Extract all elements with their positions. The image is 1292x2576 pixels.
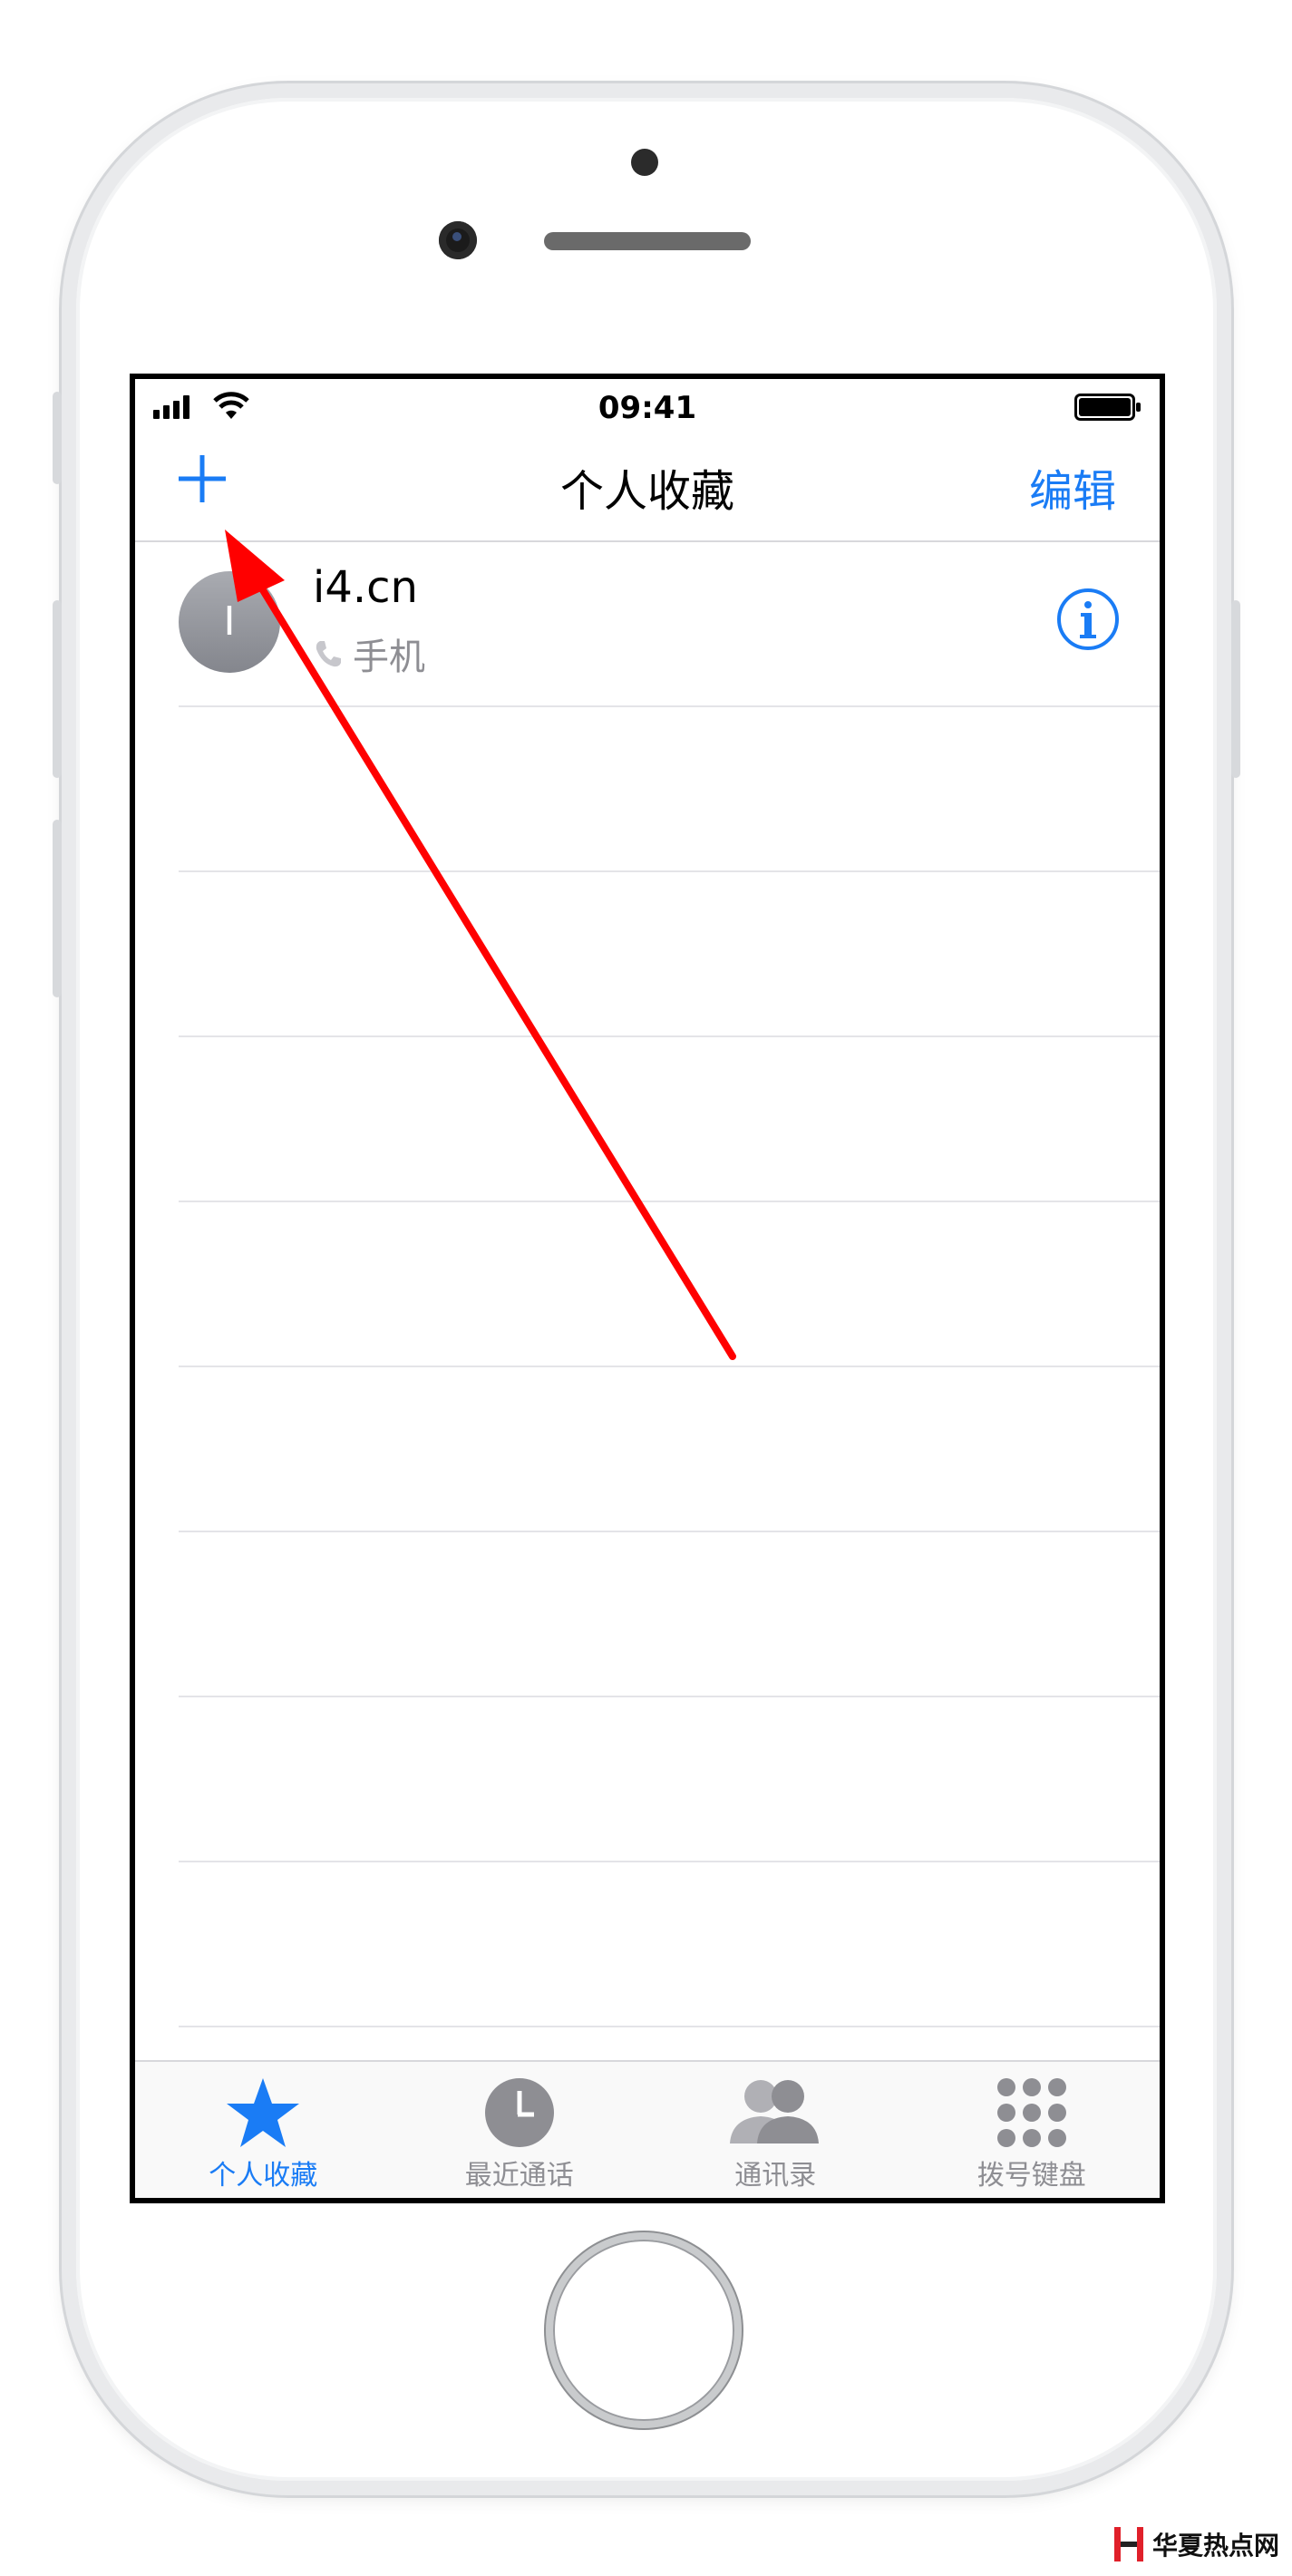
info-icon[interactable]	[1056, 588, 1120, 651]
star-icon	[227, 2078, 300, 2147]
empty-row	[179, 1037, 1160, 1202]
empty-row	[179, 1202, 1160, 1367]
tab-keypad[interactable]: 拨号键盘	[904, 2062, 1161, 2198]
tab-label: 个人收藏	[209, 2160, 318, 2192]
proximity-sensor	[631, 149, 658, 176]
empty-row	[179, 1697, 1160, 1862]
phone-type-label: 手机	[353, 637, 425, 678]
watermark-logo-icon	[1113, 2527, 1143, 2561]
tab-favorites[interactable]: 个人收藏	[135, 2062, 392, 2198]
volume-down-button	[53, 820, 62, 997]
watermark: 华夏热点网	[1112, 2525, 1279, 2563]
page-title: 个人收藏	[559, 466, 734, 517]
clock-icon	[484, 2078, 554, 2147]
contact-phone-label: 手机	[313, 627, 425, 680]
tab-label: 拨号键盘	[976, 2160, 1086, 2192]
navigation-bar: 个人收藏 编辑	[135, 433, 1160, 542]
tab-label: 通讯录	[734, 2160, 817, 2192]
home-button[interactable]	[553, 2240, 734, 2421]
tab-contacts[interactable]: 通讯录	[647, 2062, 904, 2198]
empty-row	[179, 1532, 1160, 1697]
tab-recents[interactable]: 最近通话	[392, 2062, 648, 2198]
earpiece-speaker	[544, 232, 751, 250]
favorite-row[interactable]: I i4.cn 手机	[179, 542, 1160, 707]
tab-label: 最近通话	[464, 2160, 574, 2192]
avatar: I	[179, 571, 280, 673]
status-bar: 09:41	[135, 379, 1160, 433]
favorites-list: I i4.cn 手机	[135, 542, 1160, 2027]
power-button	[1231, 600, 1240, 778]
empty-row	[179, 1862, 1160, 2027]
empty-row	[179, 872, 1160, 1037]
edit-button[interactable]: 编辑	[1029, 455, 1116, 519]
contact-name: i4.cn	[313, 562, 418, 613]
front-camera	[439, 221, 477, 259]
phone-screen: 09:41 个人收藏 编辑 I i4.cn 手机 个人收藏 最近通话 通讯录 拨…	[130, 374, 1165, 2203]
empty-row	[179, 1367, 1160, 1532]
status-time: 09:41	[597, 390, 697, 426]
phone-icon	[316, 641, 341, 667]
watermark-text: 华夏热点网	[1151, 2531, 1279, 2561]
mute-switch	[53, 392, 62, 484]
empty-row	[179, 707, 1160, 872]
contacts-icon	[730, 2080, 820, 2143]
volume-up-button	[53, 600, 62, 778]
tab-bar: 个人收藏 最近通话 通讯录 拨号键盘	[135, 2060, 1160, 2198]
keypad-icon	[996, 2078, 1066, 2147]
battery-icon	[1074, 394, 1141, 421]
